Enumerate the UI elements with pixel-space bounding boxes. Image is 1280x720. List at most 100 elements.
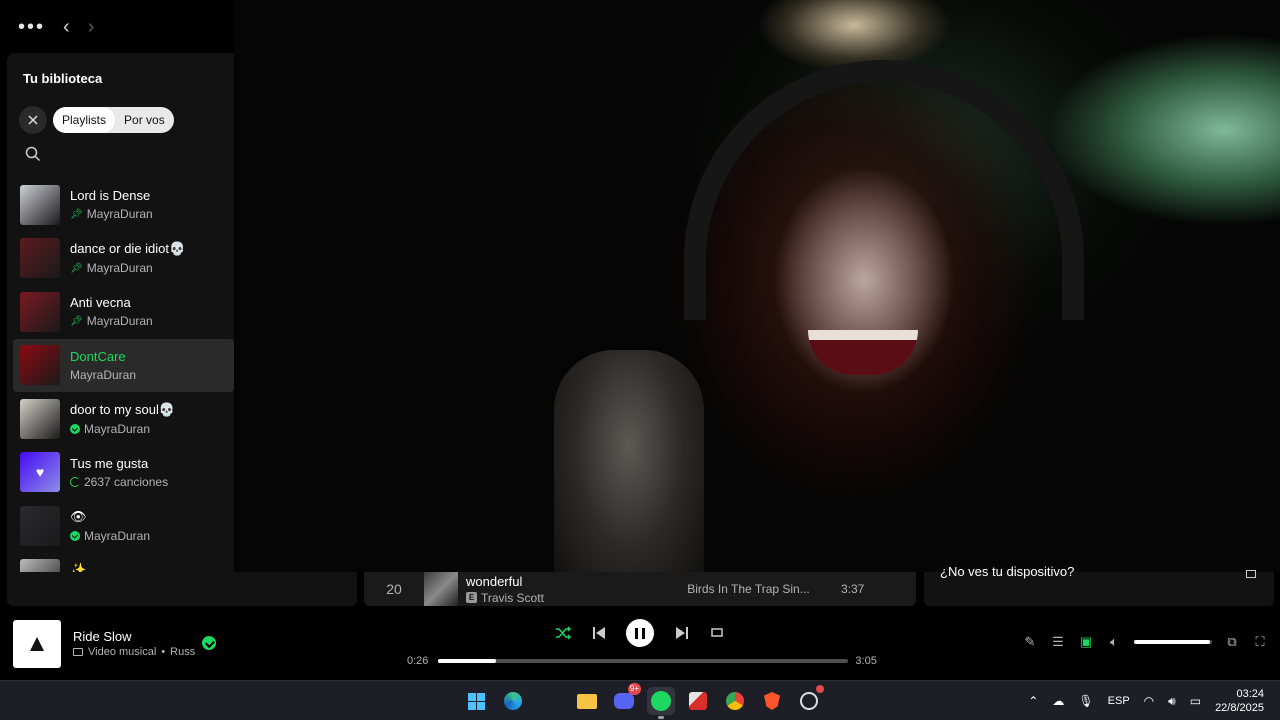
- brave-icon: [764, 692, 780, 710]
- downloaded-icon: [70, 530, 80, 541]
- library-item[interactable]: Lord is Dense 📌︎ MayraDuran: [7, 178, 234, 232]
- volume-icon[interactable]: 🔈︎: [1106, 634, 1122, 650]
- playlist-cover: [20, 505, 60, 546]
- filter-chip-group: Playlists Por vos: [53, 107, 174, 133]
- start-button[interactable]: [462, 687, 490, 715]
- miniplayer-icon[interactable]: ⧉: [1224, 634, 1240, 650]
- library-item-title: DontCare: [70, 348, 126, 364]
- edge-app[interactable]: [499, 687, 527, 715]
- library-item[interactable]: 👁 MayraDuran: [7, 499, 234, 553]
- library-item[interactable]: dance or die idiot💀 📌︎ MayraDuran: [7, 232, 234, 286]
- edge-icon: [504, 692, 522, 710]
- library-item-subtitle: MayraDuran: [86, 207, 153, 222]
- pause-button[interactable]: [626, 619, 654, 647]
- filter-chip-por-vos[interactable]: Por vos: [115, 107, 174, 133]
- clock-time: 03:24: [1236, 688, 1264, 700]
- battery-icon[interactable]: ▭: [1190, 694, 1201, 708]
- library-bottom-strip: [7, 572, 357, 606]
- library-item[interactable]: Anti vecna 📌︎ MayraDuran: [7, 285, 234, 339]
- wifi-icon[interactable]: ◠: [1144, 694, 1154, 708]
- separator-dot: •: [161, 646, 166, 658]
- extra-controls: ✎ ☰ ▣ 🔈︎ ⧉ ⛶: [1022, 634, 1268, 650]
- now-playing-title[interactable]: Ride Slow: [73, 629, 132, 644]
- back-arrow-icon[interactable]: ‹: [63, 17, 70, 37]
- red-app[interactable]: [684, 687, 712, 715]
- clock[interactable]: 03:24 22/8/2025: [1215, 687, 1264, 715]
- track-cover: [424, 572, 458, 606]
- progress-bar[interactable]: [438, 659, 849, 663]
- saved-check-icon[interactable]: [202, 636, 216, 650]
- queue-track-row[interactable]: 20 wonderful E Travis Scott Birds In The…: [364, 572, 916, 606]
- os-taskbar: 9+ ⌃ ☁ 🎙︎ ESP ◠ 🔊︎ ▭ 03:24 22/8/2025: [0, 680, 1280, 720]
- track-artist[interactable]: Travis Scott: [481, 591, 544, 605]
- now-playing-artist[interactable]: Russ: [170, 646, 195, 658]
- track-artist-line: E Travis Scott: [466, 591, 656, 605]
- track-duration: 3:37: [841, 582, 865, 596]
- cloud-icon[interactable]: ☁: [1052, 694, 1064, 708]
- filter-chip-playlists[interactable]: Playlists: [53, 107, 116, 133]
- library-panel: Tu biblioteca Playlists Por vos Lord is …: [7, 53, 234, 606]
- clear-filter-button[interactable]: [19, 106, 47, 134]
- repeat-icon[interactable]: [709, 626, 725, 640]
- chrome-app[interactable]: [721, 687, 749, 715]
- now-playing-subtitle: Video musical • Russ: [73, 646, 195, 658]
- library-item-title: Lord is Dense: [70, 188, 151, 204]
- playlist-cover: [20, 291, 60, 332]
- cover-art-shape: [30, 637, 44, 651]
- expand-icon[interactable]: [1246, 570, 1256, 578]
- library-item-subtitle-line: 2637 canciones: [70, 475, 168, 489]
- next-icon[interactable]: [675, 626, 689, 640]
- microphone-icon[interactable]: 🎙︎: [1078, 694, 1093, 708]
- video-scene-shoulder: [554, 350, 704, 572]
- track-title[interactable]: wonderful: [466, 574, 656, 589]
- windows-icon: [467, 692, 485, 710]
- progress-fill: [438, 659, 497, 663]
- library-item-subtitle: MayraDuran: [86, 261, 153, 276]
- discord-app[interactable]: 9+: [610, 683, 641, 715]
- previous-icon[interactable]: [592, 626, 606, 640]
- library-item-subtitle-line: MayraDuran: [70, 368, 136, 382]
- library-title[interactable]: Tu biblioteca: [23, 71, 102, 86]
- total-time: 3:05: [855, 655, 877, 667]
- shuffle-icon[interactable]: [555, 626, 571, 640]
- more-options-icon[interactable]: •••: [18, 17, 45, 37]
- search-icon[interactable]: [25, 146, 41, 162]
- steam-icon: [800, 692, 818, 710]
- library-item-subtitle-line: 📌︎ MayraDuran: [70, 314, 153, 328]
- library-item[interactable]: door to my soul💀 MayraDuran: [7, 392, 234, 446]
- chrome-icon: [726, 692, 744, 710]
- microphone-lyrics-icon[interactable]: ✎: [1022, 634, 1038, 650]
- playlist-cover: [20, 184, 60, 225]
- pin-icon: 📌︎: [70, 262, 83, 274]
- chevron-up-icon[interactable]: ⌃: [1028, 694, 1038, 708]
- spotify-app[interactable]: [647, 687, 675, 719]
- track-album[interactable]: Birds In The Trap Sin...: [656, 582, 841, 596]
- heart-icon: ♥: [35, 464, 45, 481]
- library-list: Lord is Dense 📌︎ MayraDuran dance or die id…: [7, 178, 234, 606]
- brave-app[interactable]: [758, 687, 786, 715]
- folder-icon: [577, 693, 597, 709]
- forward-arrow-icon[interactable]: ›: [88, 17, 95, 37]
- queue-icon[interactable]: ☰: [1050, 634, 1066, 650]
- playlist-cover: ♥: [20, 452, 60, 493]
- music-video[interactable]: [234, 0, 1280, 572]
- steam-app[interactable]: [795, 685, 824, 715]
- now-playing-cover[interactable]: [13, 620, 61, 668]
- speaker-icon[interactable]: 🔊︎: [1168, 694, 1176, 709]
- library-item[interactable]: ♥ Tus me gusta 2637 canciones: [7, 446, 234, 500]
- system-tray: ⌃ ☁ 🎙︎ ESP ◠ 🔊︎ ▭ 03:24 22/8/2025: [1028, 681, 1264, 720]
- language-indicator[interactable]: ESP: [1108, 695, 1130, 707]
- library-item[interactable]: DontCare MayraDuran: [13, 338, 234, 392]
- fullscreen-icon[interactable]: ⛶: [1252, 634, 1268, 650]
- player-bar: Ride Slow Video musical • Russ 0:26 3:05…: [0, 606, 1280, 680]
- library-item-title: Tus me gusta: [70, 455, 149, 471]
- pin-icon: 📌︎: [70, 208, 83, 220]
- device-panel: ¿No ves tu dispositivo?: [924, 564, 1274, 606]
- file-explorer-app[interactable]: [573, 687, 601, 715]
- volume-slider[interactable]: [1134, 640, 1212, 644]
- library-item-title: 👁: [70, 508, 87, 524]
- library-item-title: dance or die idiot💀: [70, 241, 186, 257]
- connect-device-icon[interactable]: ▣: [1078, 634, 1094, 650]
- library-item-subtitle-line: 📌︎ MayraDuran: [70, 261, 185, 275]
- syncing-icon: [70, 476, 80, 487]
